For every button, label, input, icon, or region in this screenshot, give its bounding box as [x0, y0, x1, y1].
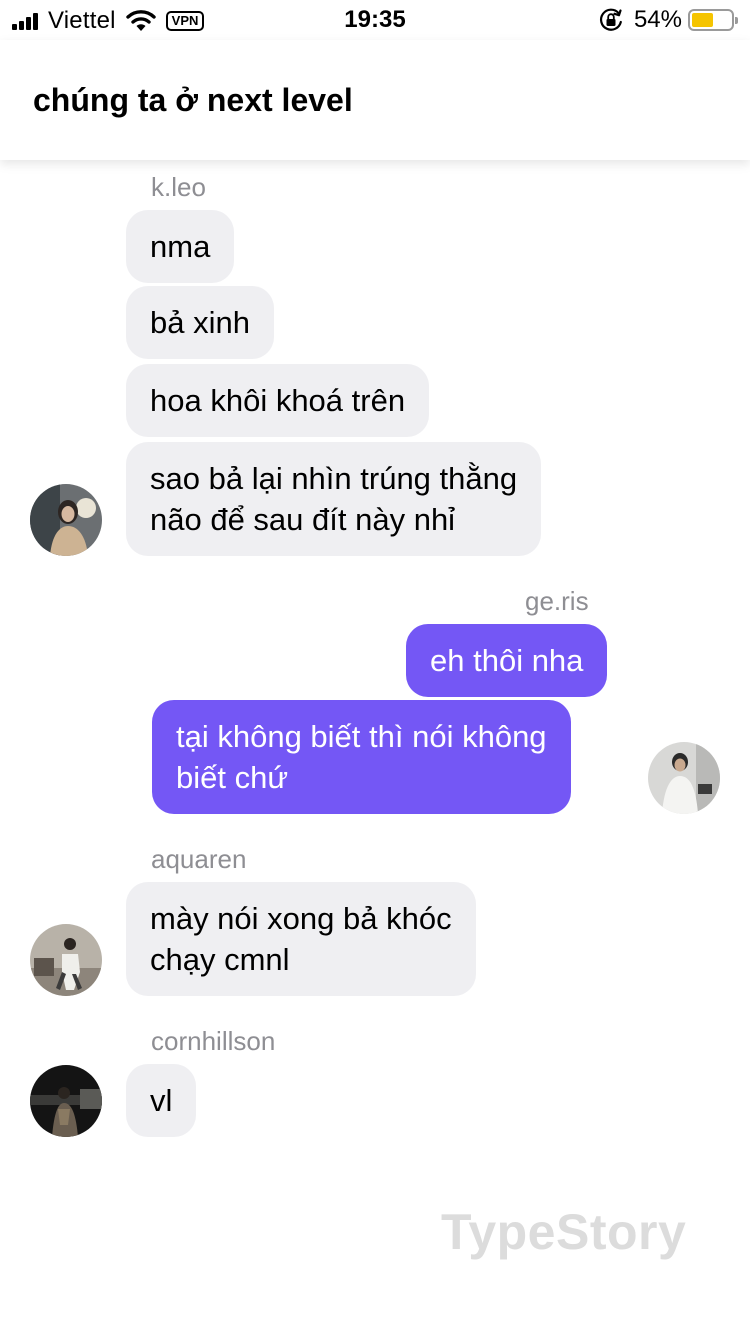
sender-name: ge.ris — [525, 586, 589, 616]
message-bubble[interactable]: tại không biết thì nói không biết chứ — [152, 700, 571, 814]
watermark-logo: TypeStory — [441, 1204, 687, 1260]
chat-title[interactable]: chúng ta ở next level — [33, 82, 353, 119]
battery-fill — [692, 13, 713, 27]
message-line: chạy cmnl — [150, 942, 290, 977]
status-right: 54% — [598, 6, 738, 33]
chat-header: chúng ta ở next level — [0, 40, 750, 160]
message-line: biết chứ — [176, 760, 289, 795]
rotation-lock-icon — [599, 8, 622, 31]
avatar[interactable] — [30, 484, 102, 556]
sender-name: aquaren — [151, 844, 247, 874]
message-line: bả xinh — [150, 305, 250, 340]
sender-name: cornhillson — [151, 1026, 276, 1056]
message-line: hoa khôi khoá trên — [150, 383, 406, 418]
message-line: vl — [150, 1083, 173, 1118]
avatar-photo-aquaren — [30, 924, 102, 996]
message-bubble[interactable]: eh thôi nha — [406, 624, 608, 697]
avatar-photo-kleo — [30, 484, 102, 556]
message-line: nma — [150, 229, 211, 264]
message-line: não để sau đít này nhỉ — [150, 502, 456, 537]
avatar-photo-cornhillson — [30, 1065, 102, 1137]
message-bubble[interactable]: mày nói xong bả khóc chạy cmnl — [126, 882, 476, 996]
message-line: tại không biết thì nói không — [176, 719, 547, 754]
message-bubble[interactable]: sao bả lại nhìn trúng thằng não để sau đ… — [126, 442, 542, 556]
battery-percent: 54% — [633, 6, 682, 33]
avatar[interactable] — [30, 924, 102, 996]
status-bar: Viettel VPN 19:35 54% — [0, 0, 750, 40]
avatar-photo-geris — [648, 742, 720, 814]
avatar[interactable] — [648, 742, 720, 814]
battery-icon — [688, 9, 738, 31]
message-bubble[interactable]: hoa khôi khoá trên — [126, 364, 430, 437]
avatar[interactable] — [30, 1065, 102, 1137]
sender-name: k.leo — [151, 172, 206, 202]
message-bubble[interactable]: nma — [126, 210, 235, 283]
message-bubble[interactable]: vl — [126, 1064, 197, 1137]
message-line: mày nói xong bả khóc — [150, 901, 452, 936]
message-bubble[interactable]: bả xinh — [126, 286, 274, 359]
message-line: eh thôi nha — [430, 643, 584, 678]
message-line: sao bả lại nhìn trúng thằng — [150, 461, 518, 496]
